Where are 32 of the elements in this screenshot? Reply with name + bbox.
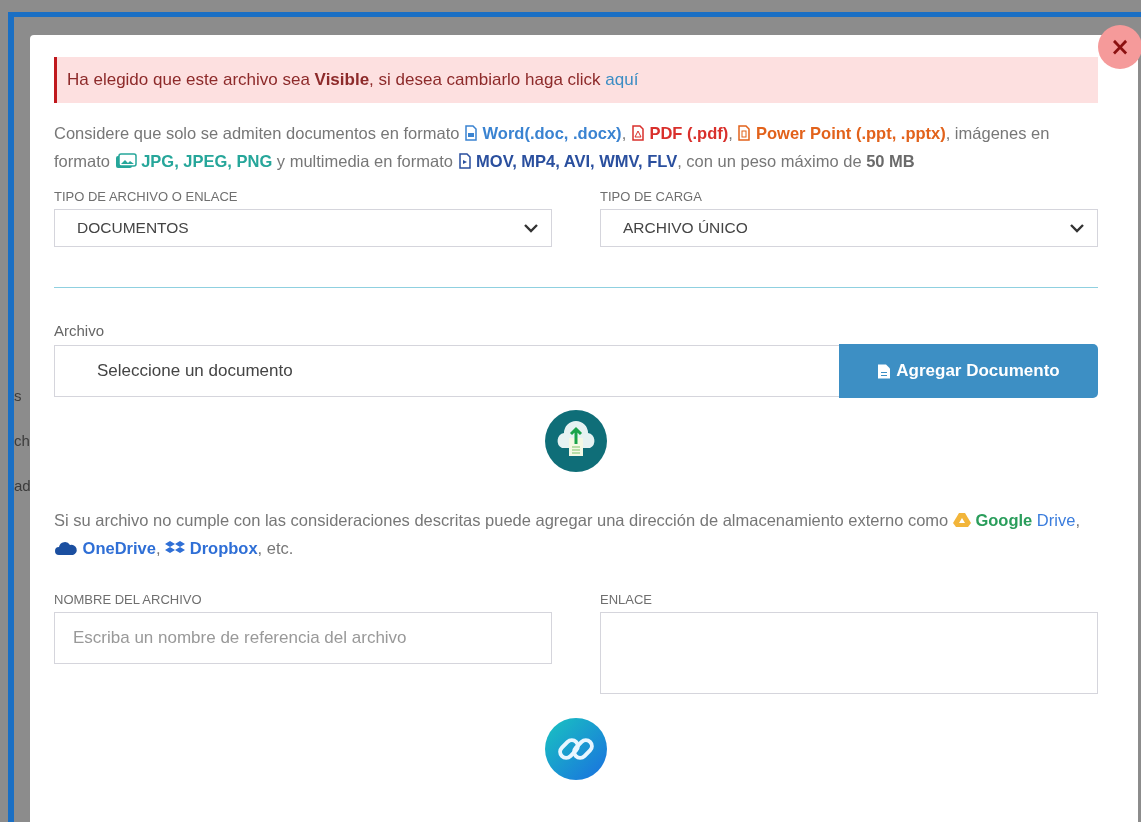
field-label: Archivo [54, 322, 106, 339]
background-text: ad [14, 477, 30, 494]
external-storage-note: Si su archivo no cumple con las consideraciones descritas puede agregar una dirección de almacenamiento externo como Google Drive, OneDrive, Dropbox, etc. [54, 510, 1081, 559]
document-icon [877, 362, 892, 380]
here-link[interactable]: aquí [605, 70, 639, 89]
formats-note: Considere que solo se admiten documentos en formato Word(.doc, .docx), PDF (.pdf), Power Point (.ppt, .pptx), imágenes en formato JPG, JPEG, PNG y multimedia en formato MOV, MP4, AVI, WMV, FLV, con un peso máximo de 50 MB [54, 123, 1051, 172]
add-document-button[interactable]: Agregar Documento [839, 344, 1098, 398]
document-icon [464, 125, 478, 141]
background-text: s [14, 387, 23, 404]
pdf-file-icon [630, 125, 645, 141]
chevron-icon [1069, 223, 1085, 233]
field-label: NOMBRE DEL ARCHIVO [54, 592, 203, 607]
dropdown[interactable]: DOCUMENTOS [54, 209, 552, 247]
background-text: ch [14, 432, 30, 449]
file-field[interactable]: Seleccione un documento [54, 345, 839, 397]
chevron-icon [523, 223, 539, 233]
slides-file-icon [737, 125, 752, 141]
cloud-upload-icon [545, 410, 607, 472]
dropdown[interactable]: ARCHIVO ÚNICO [600, 209, 1098, 247]
video-file-icon [457, 153, 472, 169]
field-label: TIPO DE ARCHIVO O ENLACE [54, 189, 239, 204]
field-label: TIPO DE CARGA [600, 189, 703, 204]
chain-link-icon [545, 718, 607, 780]
file-name-field[interactable]: Escriba un nombre de referencia del archivo [54, 612, 552, 664]
box-icon [165, 540, 186, 556]
triangle-icon [952, 512, 971, 528]
link-field[interactable] [600, 612, 1098, 694]
close-button[interactable]: × [1098, 25, 1141, 69]
notice-message: Ha elegido que este archivo sea Visible, si desea cambiarlo haga click aquí [67, 70, 639, 90]
image-icon [114, 153, 137, 169]
field-label: ENLACE [600, 592, 654, 607]
cloud-icon [54, 540, 78, 556]
